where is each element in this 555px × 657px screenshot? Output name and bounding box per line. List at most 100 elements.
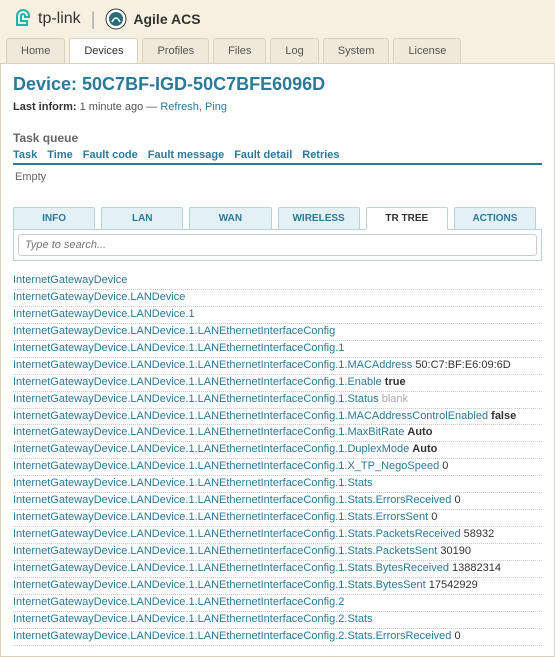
tree-path[interactable]: InternetGatewayDevice.LANDevice.1.LANEth…: [13, 325, 335, 337]
tree-path[interactable]: InternetGatewayDevice.LANDevice.1.LANEth…: [13, 376, 382, 388]
task-col-task[interactable]: Task: [13, 149, 37, 161]
nav-item-log[interactable]: Log: [270, 38, 318, 63]
main-nav: HomeDevicesProfilesFilesLogSystemLicense: [0, 38, 555, 63]
refresh-link[interactable]: Refresh: [160, 101, 199, 113]
nav-item-profiles[interactable]: Profiles: [142, 38, 209, 63]
tree-row[interactable]: InternetGatewayDevice.LANDevice.1.LANEth…: [13, 510, 542, 527]
header-bar: tp-link | Agile ACS: [0, 0, 555, 38]
tree-row[interactable]: InternetGatewayDevice.LANDevice.1.LANEth…: [13, 595, 542, 612]
sub-tabs: INFO LAN WAN WIRELESS TR TREE ACTIONS: [13, 207, 542, 230]
tree-value: 0: [431, 511, 437, 523]
sub-tab-lan[interactable]: LAN: [101, 207, 183, 230]
task-col-retries[interactable]: Retries: [302, 149, 339, 161]
tree-path[interactable]: InternetGatewayDevice.LANDevice.1.LANEth…: [13, 359, 412, 371]
nav-item-home[interactable]: Home: [6, 38, 65, 63]
tree-value: Auto: [407, 426, 432, 438]
sub-tab-wireless[interactable]: WIRELESS: [278, 207, 360, 230]
tree-value: 13882314: [452, 562, 501, 574]
task-col-time[interactable]: Time: [47, 149, 72, 161]
tree-path[interactable]: InternetGatewayDevice.LANDevice.1.LANEth…: [13, 443, 409, 455]
tree-path[interactable]: InternetGatewayDevice.LANDevice.1.LANEth…: [13, 393, 379, 405]
tree-path[interactable]: InternetGatewayDevice.LANDevice.1.LANEth…: [13, 494, 451, 506]
tree-path[interactable]: InternetGatewayDevice.LANDevice.1: [13, 308, 195, 320]
task-queue-title: Task queue: [13, 131, 542, 145]
tree-value: Auto: [412, 443, 437, 455]
tree-row[interactable]: InternetGatewayDevice.LANDevice.1.LANEth…: [13, 358, 542, 375]
ping-link[interactable]: Ping: [205, 101, 227, 113]
tree-path[interactable]: InternetGatewayDevice.LANDevice.1.LANEth…: [13, 460, 439, 472]
tplink-label: tp-link: [38, 10, 81, 28]
content-area: Device: 50C7BF-IGD-50C7BFE6096D Last inf…: [0, 63, 555, 657]
task-col-fault-code[interactable]: Fault code: [83, 149, 138, 161]
tree-path[interactable]: InternetGatewayDevice.LANDevice.1.LANEth…: [13, 410, 488, 422]
tree-path[interactable]: InternetGatewayDevice.LANDevice.1.LANEth…: [13, 596, 344, 608]
tree-path[interactable]: InternetGatewayDevice.LANDevice.1.LANEth…: [13, 579, 426, 591]
sub-tab-tr-tree[interactable]: TR TREE: [366, 207, 448, 230]
tree-row[interactable]: InternetGatewayDevice.LANDevice.1.LANEth…: [13, 442, 542, 459]
tree-row[interactable]: InternetGatewayDevice.LANDevice.1.LANEth…: [13, 476, 542, 493]
tree-row[interactable]: InternetGatewayDevice.LANDevice.1.LANEth…: [13, 629, 542, 646]
tree-row[interactable]: InternetGatewayDevice.LANDevice.1.LANEth…: [13, 341, 542, 358]
tree-row[interactable]: InternetGatewayDevice: [13, 273, 542, 290]
acs-label: Agile ACS: [133, 11, 200, 27]
acs-icon: [105, 8, 127, 30]
sub-tab-info[interactable]: INFO: [13, 207, 95, 230]
tree-value: 30190: [440, 545, 471, 557]
tree-row[interactable]: InternetGatewayDevice.LANDevice.1.LANEth…: [13, 578, 542, 595]
tree-path[interactable]: InternetGatewayDevice: [13, 274, 127, 286]
task-col-fault-message[interactable]: Fault message: [148, 149, 224, 161]
tree-path[interactable]: InternetGatewayDevice.LANDevice.1.LANEth…: [13, 426, 404, 438]
nav-item-devices[interactable]: Devices: [69, 38, 138, 63]
tree-row[interactable]: InternetGatewayDevice.LANDevice.1.LANEth…: [13, 612, 542, 629]
tree-path[interactable]: InternetGatewayDevice.LANDevice: [13, 291, 185, 303]
tree-row[interactable]: InternetGatewayDevice.LANDevice.1.LANEth…: [13, 561, 542, 578]
tree-row[interactable]: InternetGatewayDevice.LANDevice.1.LANEth…: [13, 459, 542, 476]
tree-row[interactable]: InternetGatewayDevice.LANDevice.1.LANEth…: [13, 409, 542, 426]
device-title: Device: 50C7BF-IGD-50C7BFE6096D: [13, 74, 542, 95]
tree-value: false: [491, 410, 516, 422]
tree-row[interactable]: InternetGatewayDevice.LANDevice.1.LANEth…: [13, 425, 542, 442]
tree-row[interactable]: InternetGatewayDevice.LANDevice.1.LANEth…: [13, 392, 542, 409]
tr-tree: InternetGatewayDevice InternetGatewayDevi…: [13, 273, 542, 646]
tree-row[interactable]: InternetGatewayDevice.LANDevice.1.LANEth…: [13, 544, 542, 561]
tree-row[interactable]: InternetGatewayDevice.LANDevice.1.LANEth…: [13, 324, 542, 341]
tree-path[interactable]: InternetGatewayDevice.LANDevice.1.LANEth…: [13, 342, 344, 354]
tree-row[interactable]: InternetGatewayDevice.LANDevice.1.LANEth…: [13, 493, 542, 510]
tree-value: blank: [382, 393, 408, 405]
sub-tab-actions[interactable]: ACTIONS: [454, 207, 536, 230]
tree-value: 0: [454, 494, 460, 506]
tplink-icon: [12, 8, 34, 30]
tree-path[interactable]: InternetGatewayDevice.LANDevice.1.LANEth…: [13, 477, 373, 489]
task-queue-header: Task Time Fault code Fault message Fault det…: [13, 149, 542, 165]
tree-value: 50:C7:BF:E6:09:6D: [415, 359, 510, 371]
tree-row[interactable]: InternetGatewayDevice.LANDevice: [13, 290, 542, 307]
tree-path[interactable]: InternetGatewayDevice.LANDevice.1.LANEth…: [13, 630, 451, 642]
tree-row[interactable]: InternetGatewayDevice.LANDevice.1.LANEth…: [13, 375, 542, 392]
tree-value: 17542929: [429, 579, 478, 591]
task-col-fault-detail[interactable]: Fault detail: [234, 149, 292, 161]
tplink-logo: tp-link: [12, 8, 81, 30]
tree-path[interactable]: InternetGatewayDevice.LANDevice.1.LANEth…: [13, 562, 449, 574]
task-queue-empty: Empty: [13, 165, 542, 189]
brand-divider: |: [91, 9, 96, 30]
nav-item-license[interactable]: License: [393, 38, 461, 63]
tree-value: true: [385, 376, 406, 388]
tree-row[interactable]: InternetGatewayDevice.LANDevice.1.LANEth…: [13, 527, 542, 544]
tree-value: 0: [442, 460, 448, 472]
sub-tab-wan[interactable]: WAN: [189, 207, 271, 230]
last-inform-sep: —: [143, 101, 160, 113]
last-inform-label: Last inform:: [13, 101, 77, 113]
last-inform-row: Last inform: 1 minute ago — Refresh, Pin…: [13, 101, 542, 113]
nav-item-files[interactable]: Files: [213, 38, 266, 63]
tree-value: 58932: [464, 528, 495, 540]
tree-path[interactable]: InternetGatewayDevice.LANDevice.1.LANEth…: [13, 528, 461, 540]
tree-path[interactable]: InternetGatewayDevice.LANDevice.1.LANEth…: [13, 511, 428, 523]
last-inform-value: 1 minute ago: [80, 101, 144, 113]
tree-value: 0: [454, 630, 460, 642]
tree-path[interactable]: InternetGatewayDevice.LANDevice.1.LANEth…: [13, 613, 373, 625]
tree-row[interactable]: InternetGatewayDevice.LANDevice.1: [13, 307, 542, 324]
search-input[interactable]: [18, 234, 537, 256]
tree-path[interactable]: InternetGatewayDevice.LANDevice.1.LANEth…: [13, 545, 437, 557]
nav-item-system[interactable]: System: [323, 38, 390, 63]
search-row: [13, 229, 542, 261]
